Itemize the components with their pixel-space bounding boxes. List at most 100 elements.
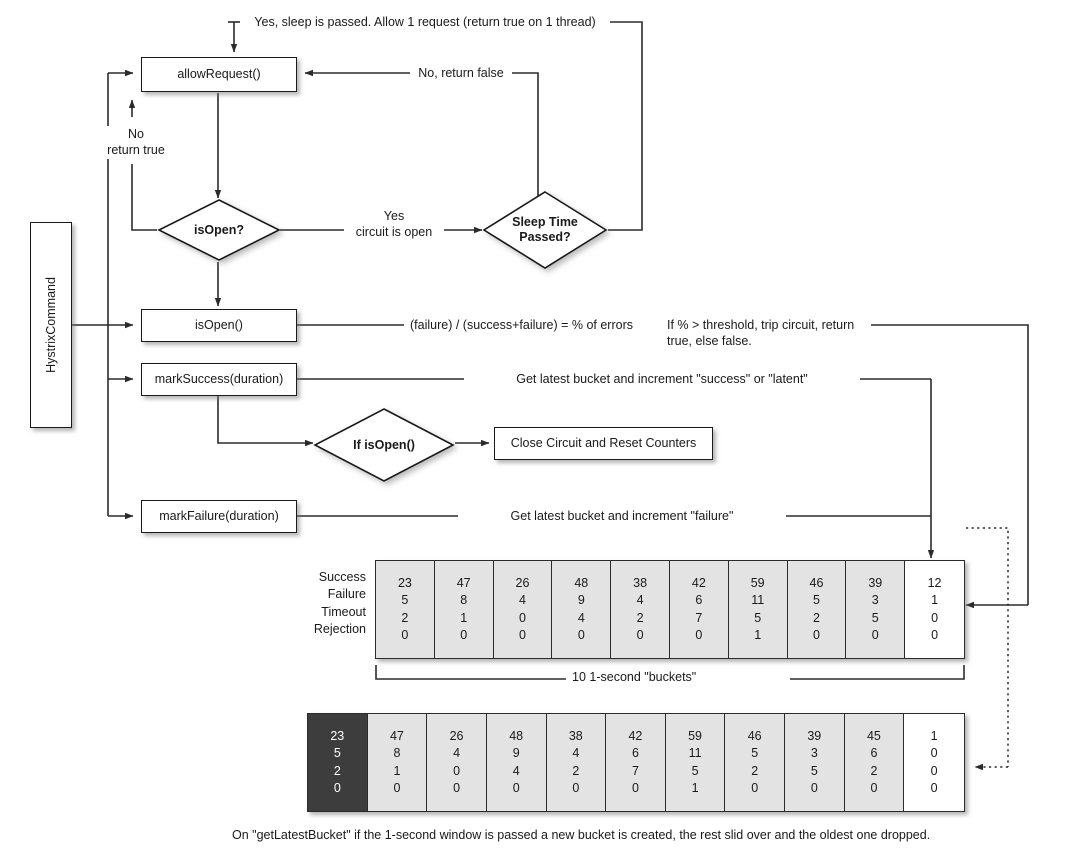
diagram-canvas: HystrixCommand allowRequest() isOpen() m… <box>0 0 1069 866</box>
bucket-value: 0 <box>577 627 585 642</box>
bucket-row-labels: Success Failure Timeout Rejection <box>262 569 366 638</box>
bucket-cell: 1 0 0 0 <box>904 714 964 811</box>
bucket-value: 6 <box>870 746 878 761</box>
bucket-value: 8 <box>460 593 468 608</box>
bucket-value: 4 <box>512 763 520 778</box>
bucket-value: 38 <box>633 576 648 590</box>
bucket-cell: 48 9 4 0 <box>486 714 547 811</box>
bucket-value: 5 <box>401 593 409 608</box>
bucket-value: 1 <box>691 780 699 795</box>
bucket-cell: 46 5 2 0 <box>787 561 847 658</box>
bucket-value: 0 <box>460 627 468 642</box>
bucket-cell: 39 3 5 0 <box>846 561 906 658</box>
bucket-value: 9 <box>577 593 585 608</box>
bucket-value: 0 <box>631 780 639 795</box>
bucket-value: 0 <box>512 780 520 795</box>
bucket-value: 11 <box>751 593 765 608</box>
node-allow-request-label: allowRequest() <box>177 66 261 81</box>
bucket-value: 0 <box>870 780 878 795</box>
bucket-value: 0 <box>453 780 461 795</box>
bucket-value: 46 <box>747 729 762 743</box>
edge-label-error-percent: (failure) / (success+failure) = % of err… <box>406 317 666 334</box>
bucket-value: 0 <box>751 780 759 795</box>
bucket-value: 4 <box>577 610 585 625</box>
bucket-value: 0 <box>810 780 818 795</box>
bucket-value: 38 <box>568 729 583 743</box>
bucket-value: 2 <box>572 763 580 778</box>
edge-label-sleep-passed: Yes, sleep is passed. Allow 1 request (r… <box>240 14 610 31</box>
hystrix-command-label: HystrixCommand <box>44 277 59 373</box>
bucket-row-label: Success <box>318 570 366 584</box>
bucket-value: 39 <box>807 729 822 743</box>
bucket-cell: 59 11 5 1 <box>665 714 726 811</box>
bucket-value: 0 <box>930 780 938 795</box>
bucket-value: 0 <box>636 627 644 642</box>
bucket-value: 0 <box>930 746 938 761</box>
bucket-value: 59 <box>688 729 703 743</box>
bucket-value: 45 <box>866 729 881 743</box>
bucket-value: 4 <box>572 746 580 761</box>
bucket-value: 0 <box>519 627 526 642</box>
node-is-open-method-label: isOpen() <box>195 317 243 332</box>
bucket-value: 6 <box>631 746 639 761</box>
node-is-open-method[interactable]: isOpen() <box>141 309 297 342</box>
bucket-value: 1 <box>460 610 468 625</box>
decision-is-open[interactable]: isOpen? <box>157 198 281 262</box>
bucket-row-label: Rejection <box>313 621 366 636</box>
bucket-value: 48 <box>574 576 589 590</box>
bucket-value: 5 <box>691 763 699 778</box>
bucket-value: 0 <box>393 780 401 795</box>
edge-label-threshold-rule: If % > threshold, trip circuit, return t… <box>663 317 871 350</box>
bucket-value: 0 <box>519 610 526 625</box>
bucket-table-slid: 23 5 2 0 47 8 1 0 26 4 0 0 48 9 4 0 38 4 2 0 42 6 7 0 59 11 5 1 46 5 2… <box>307 713 965 812</box>
bucket-value: 0 <box>333 780 341 795</box>
node-mark-failure[interactable]: markFailure(duration) <box>141 500 297 533</box>
bucket-value: 0 <box>871 627 879 642</box>
bucket-value: 0 <box>401 627 409 642</box>
bucket-value: 3 <box>810 746 818 761</box>
bucket-value: 1 <box>931 593 939 608</box>
decision-if-is-open[interactable]: If isOpen() <box>313 407 455 483</box>
bucket-value: 7 <box>631 763 639 778</box>
bucket-value: 3 <box>871 593 879 608</box>
bucket-cell: 45 6 2 0 <box>844 714 905 811</box>
node-mark-success-label: markSuccess(duration) <box>154 371 284 386</box>
bucket-value: 39 <box>868 576 883 590</box>
decision-sleep-time-passed[interactable]: Sleep Time Passed? <box>482 190 608 270</box>
bucket-value: 0 <box>813 627 820 642</box>
bucket-value: 1 <box>393 763 401 778</box>
edge-label-no-return-true: No return true <box>84 126 188 159</box>
bucket-footnote: On "getLatestBucket" if the 1-second win… <box>232 828 931 842</box>
node-mark-success[interactable]: markSuccess(duration) <box>141 363 297 396</box>
bucket-value: 5 <box>813 593 820 608</box>
bucket-value: 4 <box>453 746 461 761</box>
bucket-cell: 48 9 4 0 <box>552 561 612 658</box>
bucket-value: 5 <box>751 746 759 761</box>
node-close-circuit[interactable]: Close Circuit and Reset Counters <box>494 427 713 460</box>
edge-label-yes-circuit-open: Yes circuit is open <box>344 208 444 241</box>
bucket-value: 46 <box>809 576 824 590</box>
bucket-table-current: 23 5 2 0 47 8 1 0 26 4 0 0 48 9 4 0 38 4 2 0 42 6 7 0 59 11 5 1 46 5 2… <box>375 560 965 659</box>
bucket-value: 2 <box>751 763 759 778</box>
bucket-cell: 23 5 2 0 <box>376 561 435 658</box>
bucket-value: 48 <box>509 729 524 743</box>
bucket-value: 5 <box>810 763 818 778</box>
bucket-cell: 47 8 1 0 <box>434 561 494 658</box>
bucket-value: 5 <box>754 610 762 625</box>
bucket-value: 47 <box>389 729 404 743</box>
bucket-cell: 12 1 0 0 <box>905 561 964 658</box>
edge-label-get-latest-success: Get latest bucket and increment "success… <box>464 371 860 388</box>
bucket-cell: 46 5 2 0 <box>725 714 785 811</box>
bucket-value: 47 <box>456 576 471 590</box>
node-allow-request[interactable]: allowRequest() <box>141 57 297 92</box>
bucket-cell: 23 5 2 0 <box>308 714 368 811</box>
hystrix-command-group: HystrixCommand <box>30 222 72 428</box>
bucket-value: 6 <box>695 593 703 608</box>
bucket-value: 11 <box>688 746 702 761</box>
bucket-cell: 38 4 2 0 <box>546 714 607 811</box>
edge-label-get-latest-failure: Get latest bucket and increment "failure… <box>458 508 786 525</box>
bucket-cell: 59 11 5 1 <box>728 561 788 658</box>
bucket-value: 9 <box>512 746 520 761</box>
bucket-cell: 38 4 2 0 <box>611 561 670 658</box>
bucket-value: 7 <box>695 610 703 625</box>
